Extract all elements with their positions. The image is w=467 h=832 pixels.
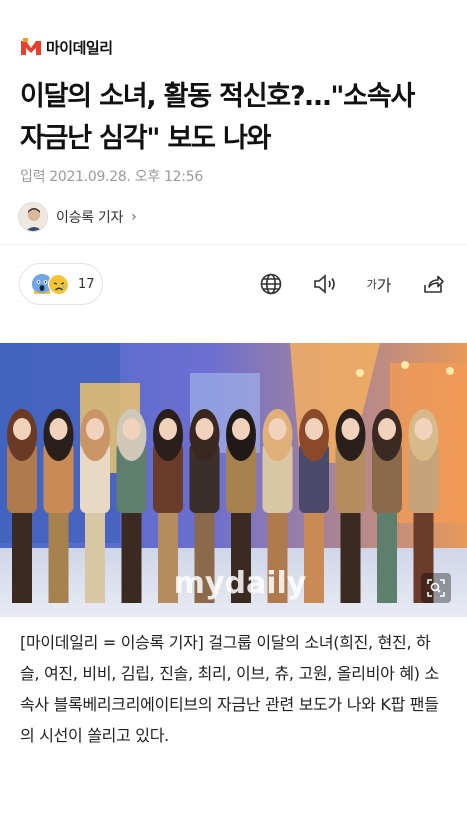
chevron-right-icon: › (131, 209, 137, 225)
photo-watermark: mydaily (174, 566, 307, 601)
brand-name: 마이데일리 (46, 38, 113, 57)
divider (0, 244, 467, 245)
mydaily-logo-icon (21, 38, 41, 55)
font-size-icon[interactable]: 가가 (365, 270, 393, 298)
article-photo[interactable]: mydaily (0, 343, 467, 617)
reporter-link[interactable]: 이승록 기자 › (18, 201, 137, 233)
zoom-icon[interactable] (421, 573, 451, 603)
font-size-large-label: 가 (376, 276, 392, 295)
article-body: [마이데일리 = 이승록 기자] 걸그룹 이달의 소녀(희진, 현진, 하슬, … (20, 633, 439, 745)
globe-icon[interactable] (257, 270, 285, 298)
reaction-button[interactable]: 17 (19, 263, 103, 305)
article-toolbar: 가가 (257, 270, 447, 298)
brand-logo[interactable]: 마이데일리 (20, 36, 113, 58)
speaker-icon[interactable] (311, 270, 339, 298)
group-photo-illustration: mydaily (0, 343, 467, 617)
sad-face-icon (48, 274, 68, 294)
font-size-small-label: 가 (366, 278, 377, 291)
reporter-avatar (18, 202, 48, 232)
reaction-count: 17 (78, 276, 95, 292)
publish-timestamp: 입력 2021.09.28. 오후 12:56 (20, 169, 203, 185)
share-icon[interactable] (419, 270, 447, 298)
article-headline: 이달의 소녀, 활동 적신호?…"소속사 자금난 심각" 보도 나와 (20, 81, 415, 154)
reporter-name: 이승록 기자 (56, 210, 124, 226)
